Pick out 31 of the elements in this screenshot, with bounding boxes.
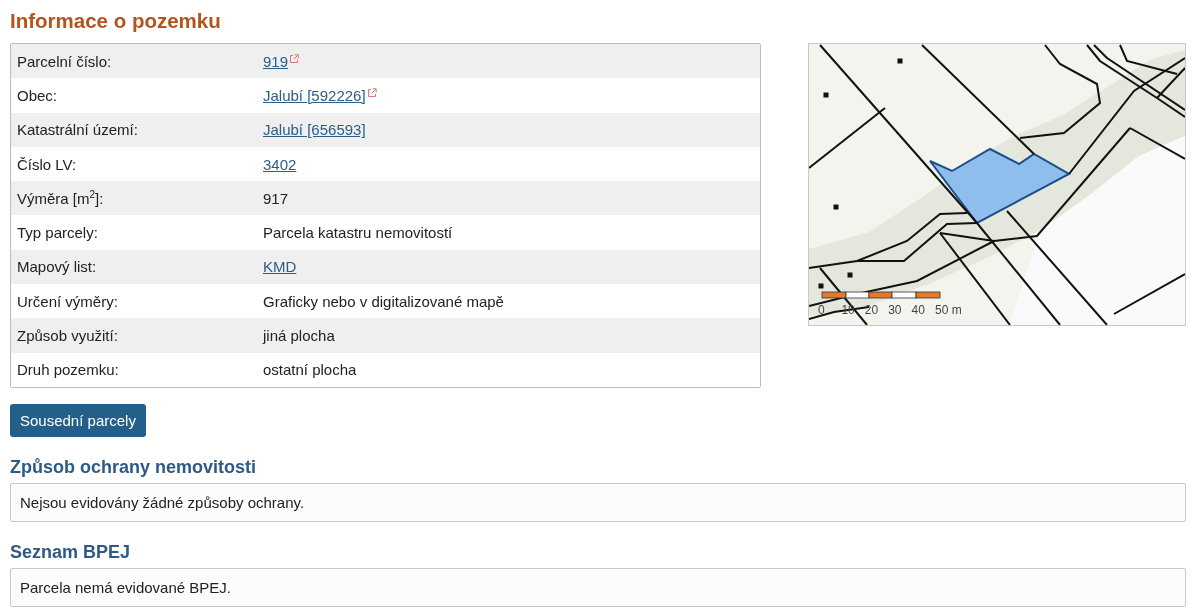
section-text: Nejsou evidovány žádné způsoby ochrany. (20, 493, 305, 511)
value-link[interactable]: 3402 (263, 155, 297, 173)
value-text: ostatní plocha (263, 361, 357, 379)
value-text: Parcela katastru nemovitostí (263, 224, 453, 242)
scale-label: 20 (864, 303, 879, 317)
page-title: Informace o pozemku (10, 8, 221, 34)
value-text: 917 (263, 189, 289, 207)
row-label: Způsob využití: (16, 327, 119, 344)
section-heading: Seznam BPEJ (10, 540, 131, 563)
row-label: Parcelní číslo: (16, 52, 113, 70)
row-label: Mapový list: (16, 258, 98, 276)
value-text: Graficky nebo v digitalizované mapě (263, 292, 504, 310)
scale-label: 30 (888, 303, 902, 317)
row-label: Druh pozemku: (16, 361, 120, 379)
value-link[interactable]: 919 (263, 52, 289, 70)
scale-label: 40 (911, 303, 925, 317)
row-label: Typ parcely: (16, 224, 99, 242)
row-label: Určení výměry: (16, 292, 119, 310)
value-link[interactable]: Jalubí [592226] (263, 86, 366, 104)
scale-label: 0 (818, 303, 825, 317)
row-label: Číslo LV: (16, 155, 78, 173)
row-label: Katastrální území: (16, 121, 139, 139)
value-text: jiná plocha (263, 327, 335, 344)
row-label: Obec: (16, 86, 59, 104)
row-label: Výměra [m$^{2}$]: (16, 189, 105, 207)
neighbouring-parcels-button[interactable]: Sousední parcely (10, 403, 146, 437)
value-link[interactable]: KMD (263, 258, 297, 276)
section-heading: Způsob ochrany nemovitosti (10, 455, 257, 478)
section-text: Parcela nemá evidované BPEJ. (20, 578, 231, 596)
scale-label: 50 m (934, 303, 962, 317)
value-link[interactable]: Jalubí [656593] (263, 121, 366, 139)
